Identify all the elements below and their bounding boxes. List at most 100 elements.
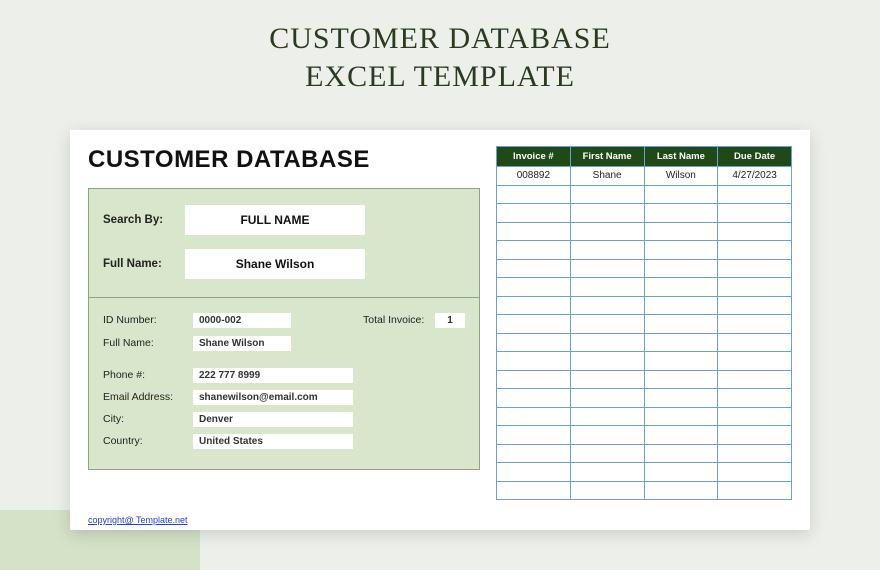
table-row[interactable] [497,426,792,445]
email-value[interactable]: shanewilson@email.com [193,390,353,405]
table-cell[interactable] [644,296,718,315]
table-cell[interactable] [644,370,718,389]
table-cell[interactable] [570,389,644,408]
city-value[interactable]: Denver [193,412,353,427]
table-cell[interactable] [644,352,718,371]
table-cell[interactable] [497,185,571,204]
table-cell[interactable] [718,222,792,241]
table-cell[interactable] [570,296,644,315]
full-name-input[interactable]: Shane Wilson [185,249,365,279]
table-cell[interactable] [570,204,644,223]
table-cell[interactable] [570,278,644,297]
table-cell[interactable] [644,222,718,241]
table-cell[interactable] [497,370,571,389]
table-cell[interactable] [570,185,644,204]
table-cell[interactable] [570,407,644,426]
table-row[interactable] [497,389,792,408]
table-cell[interactable] [718,407,792,426]
table-cell[interactable] [570,259,644,278]
table-cell[interactable] [497,426,571,445]
table-row[interactable] [497,333,792,352]
col-invoice[interactable]: Invoice # [497,147,571,167]
table-cell[interactable] [644,185,718,204]
table-cell[interactable] [718,315,792,334]
table-cell[interactable] [644,278,718,297]
table-row[interactable] [497,185,792,204]
table-cell[interactable] [497,296,571,315]
table-cell[interactable] [644,444,718,463]
phone-value[interactable]: 222 777 8999 [193,368,353,383]
table-cell[interactable] [718,185,792,204]
table-cell[interactable]: 008892 [497,167,571,186]
table-cell[interactable] [718,481,792,500]
col-due-date[interactable]: Due Date [718,147,792,167]
table-cell[interactable] [497,481,571,500]
table-cell[interactable] [570,333,644,352]
table-cell[interactable] [570,222,644,241]
col-last-name[interactable]: Last Name [644,147,718,167]
table-cell[interactable]: Wilson [644,167,718,186]
table-cell[interactable] [718,444,792,463]
table-cell[interactable] [644,333,718,352]
table-cell[interactable] [718,426,792,445]
table-cell[interactable] [718,296,792,315]
table-cell[interactable] [497,204,571,223]
table-cell[interactable]: Shane [570,167,644,186]
table-cell[interactable] [497,463,571,482]
table-cell[interactable] [497,352,571,371]
id-number-value[interactable]: 0000-002 [193,313,291,328]
table-cell[interactable] [718,259,792,278]
table-cell[interactable] [570,426,644,445]
table-cell[interactable] [570,352,644,371]
table-row[interactable] [497,222,792,241]
search-by-input[interactable]: FULL NAME [185,205,365,235]
table-cell[interactable] [718,278,792,297]
total-invoice-value[interactable]: 1 [435,313,465,328]
table-cell[interactable] [570,241,644,260]
table-cell[interactable] [718,333,792,352]
table-cell[interactable] [644,407,718,426]
table-cell[interactable] [570,463,644,482]
table-cell[interactable] [644,481,718,500]
table-cell[interactable] [570,315,644,334]
table-row[interactable] [497,352,792,371]
copyright-link[interactable]: copyright@ Template.net [88,515,188,525]
table-row[interactable] [497,370,792,389]
table-cell[interactable] [570,481,644,500]
table-cell[interactable] [497,278,571,297]
table-cell[interactable] [497,259,571,278]
country-value[interactable]: United States [193,434,353,449]
detail-full-name-value[interactable]: Shane Wilson [193,336,291,351]
table-cell[interactable] [497,389,571,408]
table-cell[interactable] [644,426,718,445]
table-cell[interactable] [570,370,644,389]
table-row[interactable] [497,407,792,426]
table-cell[interactable] [497,444,571,463]
table-cell[interactable] [497,333,571,352]
table-cell[interactable] [718,389,792,408]
table-cell[interactable] [644,241,718,260]
table-cell[interactable] [644,315,718,334]
table-row[interactable] [497,481,792,500]
table-cell[interactable] [497,407,571,426]
table-row[interactable] [497,444,792,463]
table-cell[interactable] [718,463,792,482]
table-row[interactable] [497,315,792,334]
table-cell[interactable] [570,444,644,463]
table-cell[interactable]: 4/27/2023 [718,167,792,186]
table-row[interactable] [497,204,792,223]
table-cell[interactable] [644,204,718,223]
table-cell[interactable] [497,315,571,334]
table-row[interactable] [497,259,792,278]
table-cell[interactable] [718,370,792,389]
table-cell[interactable] [497,222,571,241]
table-cell[interactable] [644,389,718,408]
table-cell[interactable] [644,259,718,278]
table-cell[interactable] [718,241,792,260]
table-cell[interactable] [644,463,718,482]
table-cell[interactable] [718,204,792,223]
table-row[interactable] [497,278,792,297]
table-row[interactable] [497,296,792,315]
col-first-name[interactable]: First Name [570,147,644,167]
table-row[interactable] [497,463,792,482]
